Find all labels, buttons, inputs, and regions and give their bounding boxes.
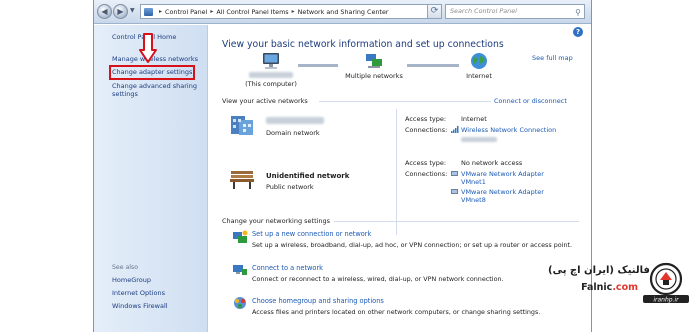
vmnet1-label: VMnet1 (461, 178, 486, 186)
network-2-connections-key: Connections: (405, 170, 448, 178)
active-networks-heading: View your active networks (222, 97, 308, 105)
annotation-highlight-box (109, 65, 195, 80)
map-internet[interactable]: Internet (454, 52, 504, 80)
section-divider (334, 221, 579, 222)
globe-icon (471, 53, 487, 69)
vmware-adapter-1-label: VMware Network Adapter (461, 170, 544, 178)
see-also-heading: See also (112, 264, 139, 271)
breadcrumb-network-sharing[interactable]: Network and Sharing Center (298, 8, 389, 16)
vmware-adapter-vmnet1-link[interactable]: VMware Network Adapter VMnet1 (461, 170, 544, 186)
recent-pages-dropdown-icon[interactable]: ▼ (130, 8, 136, 14)
wired-adapter-icon (451, 171, 458, 176)
network-2-access-value: No network access (461, 159, 523, 167)
network-column-divider (396, 109, 397, 235)
vmware-adapter-2-label: VMware Network Adapter (461, 188, 544, 196)
computer-icon (263, 53, 279, 69)
help-icon[interactable]: ? (573, 27, 583, 37)
watermark-brand-suffix: .com (612, 282, 638, 293)
search-placeholder: Search Control Panel (450, 7, 517, 15)
wireless-network-connection-link[interactable]: Wireless Network Connection (461, 126, 556, 134)
forward-button[interactable]: ▶ (113, 4, 128, 19)
watermark-persian-text: فالنیک (ایران اچ پی) (548, 265, 650, 276)
park-bench-icon (230, 171, 254, 189)
map-link-line (298, 64, 338, 67)
redacted-computer-name (249, 72, 293, 78)
breadcrumb-control-panel[interactable]: Control Panel (165, 8, 207, 16)
connect-to-network-link[interactable]: Connect to a network (252, 264, 323, 272)
connect-network-icon (233, 265, 247, 275)
sidebar-change-advanced-sharing[interactable]: Change advanced sharing settings (112, 82, 202, 98)
iranhp-logo-icon: iranhp.ir (643, 262, 689, 304)
control-panel-icon (144, 7, 153, 16)
change-settings-heading: Change your networking settings (222, 217, 331, 225)
page-title: View your basic network information and … (222, 39, 504, 50)
breadcrumb[interactable]: ▸ Control Panel ▸ All Control Panel Item… (140, 4, 440, 19)
vmnet8-label: VMnet8 (461, 196, 486, 204)
falnic-watermark: فالنیک (ایران اچ پی) Falnic.com iranhp.i… (548, 262, 694, 324)
network-2-type: Public network (266, 183, 314, 191)
map-internet-label: Internet (466, 72, 492, 80)
domain-network-icon (231, 116, 253, 135)
search-icon[interactable]: ⚲ (575, 6, 581, 19)
setup-new-connection-link[interactable]: Set up a new connection or network (252, 230, 371, 238)
search-input[interactable]: Search Control Panel ⚲ (445, 4, 585, 19)
network-1-type: Domain network (266, 129, 320, 137)
redacted-ssid (461, 136, 497, 144)
map-link-line (407, 64, 459, 67)
back-button[interactable]: ◀ (97, 4, 112, 19)
network-1-name (266, 117, 324, 126)
watermark-brand: Falnic.com (560, 282, 638, 293)
main-content: ? View your basic network information an… (209, 25, 591, 332)
svg-text:iranhp.ir: iranhp.ir (653, 297, 679, 304)
network-icon (366, 54, 382, 68)
map-this-computer-label: (This computer) (245, 80, 297, 88)
annotation-down-arrow-icon (139, 33, 157, 63)
map-this-computer[interactable]: (This computer) (236, 52, 306, 88)
network-1-access-key: Access type: (405, 115, 447, 123)
redacted-network-name (266, 117, 324, 124)
address-toolbar: ◀ ▶ ▼ ▸ Control Panel ▸ All Control Pane… (94, 0, 591, 24)
map-multiple-networks-label: Multiple networks (345, 72, 403, 80)
breadcrumb-separator-icon[interactable]: ▸ (159, 8, 162, 15)
network-1-access-value: Internet (461, 115, 487, 123)
wired-adapter-icon (451, 189, 458, 194)
network-1-connections-key: Connections: (405, 126, 448, 134)
section-divider (319, 101, 491, 102)
redacted-ssid-bar (461, 137, 497, 142)
wireless-signal-icon (451, 126, 459, 133)
map-multiple-networks[interactable]: Multiple networks (339, 52, 409, 80)
network-sharing-center-window: ◀ ▶ ▼ ▸ Control Panel ▸ All Control Pane… (93, 0, 592, 332)
network-2-name: Unidentified network (266, 172, 350, 180)
vmware-adapter-vmnet8-link[interactable]: VMware Network Adapter VMnet8 (461, 188, 544, 204)
connect-or-disconnect-link[interactable]: Connect or disconnect (494, 97, 567, 105)
breadcrumb-separator-icon[interactable]: ▸ (292, 8, 295, 15)
breadcrumb-separator-icon[interactable]: ▸ (210, 8, 213, 15)
breadcrumb-all-items[interactable]: All Control Panel Items (216, 8, 288, 16)
sidebar-internet-options[interactable]: Internet Options (112, 289, 165, 297)
connect-to-network-desc: Connect or reconnect to a wireless, wire… (252, 275, 504, 283)
sidebar-homegroup[interactable]: HomeGroup (112, 276, 151, 284)
homegroup-sharing-desc: Access files and printers located on oth… (252, 308, 541, 316)
sidebar-windows-firewall[interactable]: Windows Firewall (112, 302, 168, 310)
homegroup-sharing-link[interactable]: Choose homegroup and sharing options (252, 297, 384, 305)
network-2-access-key: Access type: (405, 159, 447, 167)
setup-new-connection-desc: Set up a wireless, broadband, dial-up, a… (252, 241, 573, 249)
refresh-button[interactable]: ⟳ (427, 4, 442, 19)
task-sidebar: Control Panel Home Manage wireless netwo… (94, 25, 208, 332)
homegroup-icon (234, 297, 246, 309)
new-connection-icon (233, 230, 248, 243)
watermark-brand-main: Falnic (581, 282, 613, 293)
see-full-map-link[interactable]: See full map (532, 54, 573, 62)
page-margin-left (0, 0, 93, 332)
